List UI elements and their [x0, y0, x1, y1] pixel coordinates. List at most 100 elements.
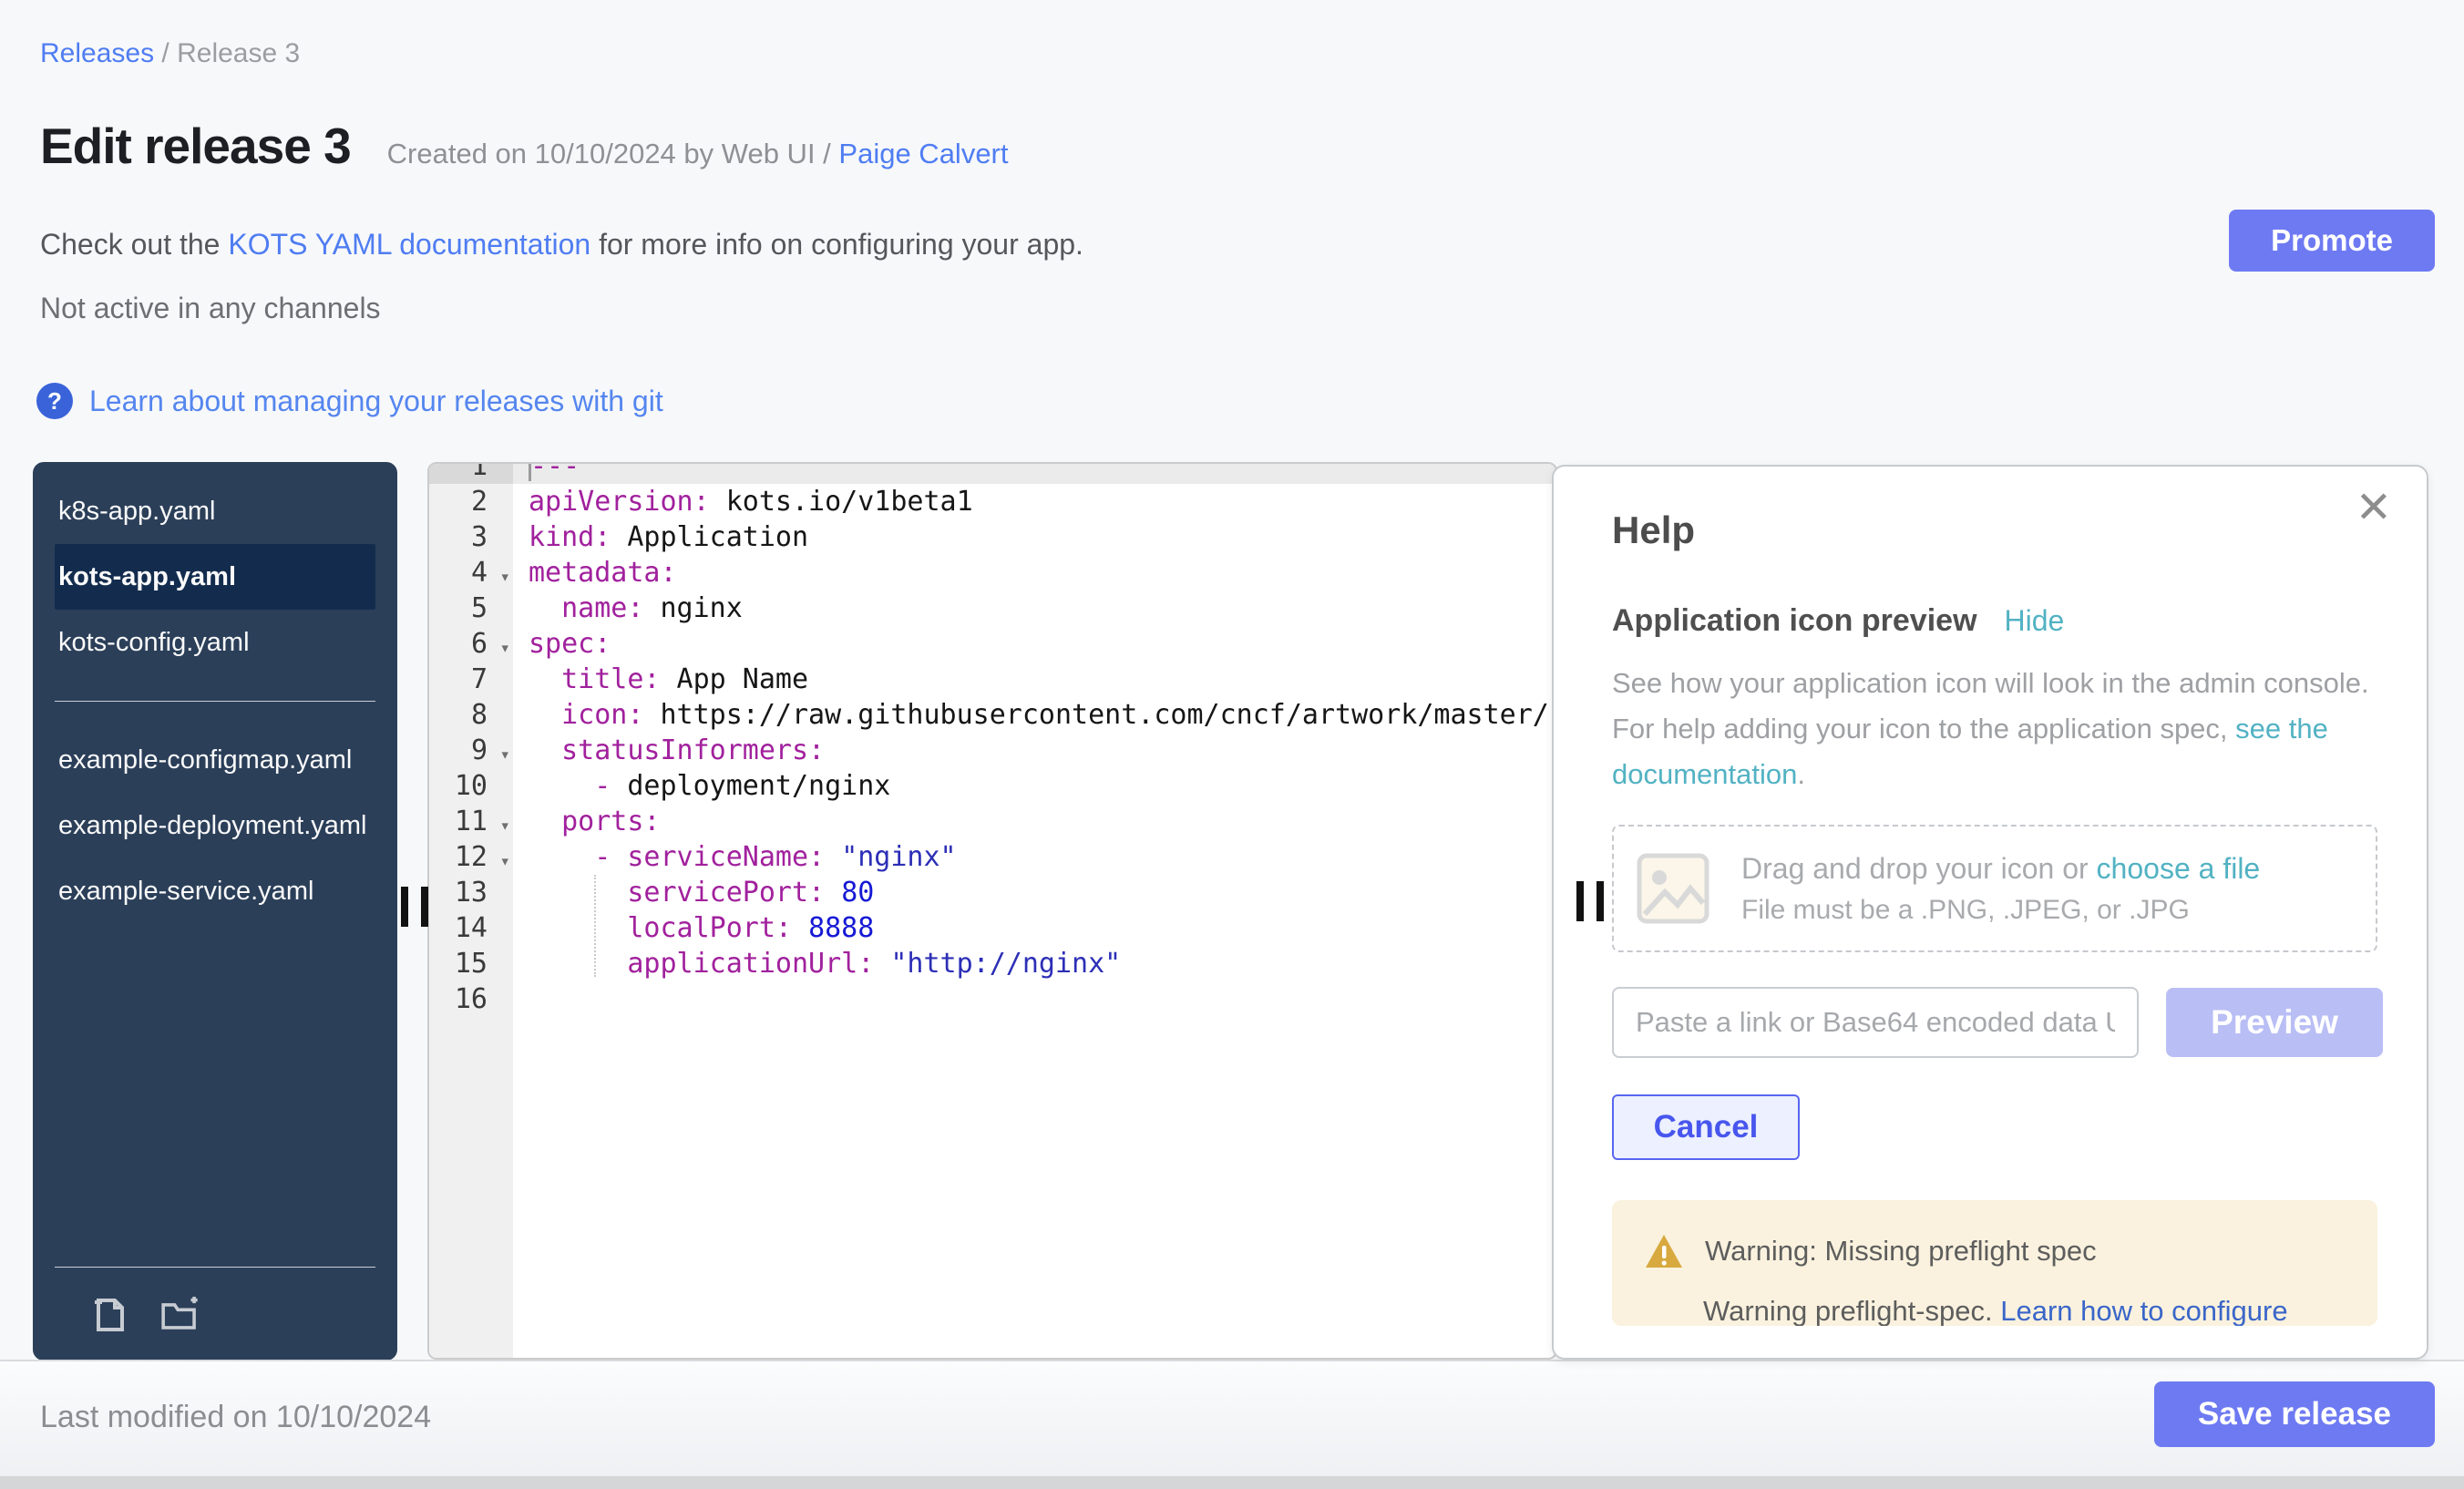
sidebar-footer	[55, 1267, 375, 1335]
sidebar-resize-handle[interactable]	[401, 887, 430, 927]
icon-url-input[interactable]	[1612, 987, 2139, 1058]
git-releases-link[interactable]: Learn about managing your releases with …	[89, 385, 663, 418]
git-help-row: ? Learn about managing your releases wit…	[36, 383, 663, 419]
breadcrumb: Releases / Release 3	[40, 38, 300, 69]
resize-bar	[421, 887, 428, 927]
code-line[interactable]: 9 ▾ statusInformers:	[429, 733, 1555, 768]
created-author-link[interactable]: Paige Calvert	[838, 138, 1008, 169]
code-text: - serviceName: "nginx"	[513, 839, 1555, 875]
breadcrumb-current: Release 3	[177, 38, 300, 68]
description-period: .	[1797, 758, 1805, 790]
code-text: ports:	[513, 804, 1555, 839]
file-name-label: kots-app.yaml	[58, 562, 236, 591]
drag-drop-text: Drag and drop your icon or	[1741, 852, 2097, 885]
code-line[interactable]: 15 ▾ applicationUrl: "http://nginx"	[429, 946, 1555, 981]
edit-release-page: Releases / Release 3 Edit release 3 Crea…	[0, 0, 2464, 1489]
file-sidebar: k8s-app.yaml kots-app.yaml kots-config.y…	[33, 462, 397, 1361]
file-list-item[interactable]: example-configmap.yaml	[55, 727, 375, 793]
file-name-label: kots-config.yaml	[58, 628, 250, 657]
code-text: localPort: 8888	[513, 910, 1555, 946]
code-text: - deployment/nginx	[513, 768, 1555, 804]
code-line[interactable]: 14 ▾ localPort: 8888	[429, 910, 1555, 946]
line-number-cell: 13 ▾	[429, 875, 513, 910]
line-number: 8	[471, 699, 488, 731]
code-line[interactable]: 4 ▾ metadata:	[429, 555, 1555, 590]
warning-detail-text: Warning preflight-spec.	[1703, 1295, 2000, 1326]
line-number: 13	[455, 877, 488, 909]
code-line[interactable]: 5 ▾ name: nginx	[429, 590, 1555, 626]
code-line[interactable]: 16 ▾	[429, 981, 1555, 1017]
warning-title: Warning: Missing preflight spec	[1705, 1235, 2097, 1268]
line-number: 10	[455, 770, 488, 802]
line-number: 7	[471, 663, 488, 695]
code-line[interactable]: 13 ▾ servicePort: 80	[429, 875, 1555, 910]
line-number-cell: 10 ▾	[429, 768, 513, 804]
help-panel: ✕ Help Application icon preview Hide See…	[1552, 465, 2428, 1360]
file-list-bottom: example-configmap.yaml example-deploymen…	[33, 727, 397, 924]
line-number: 1	[471, 462, 488, 482]
file-list-item[interactable]: k8s-app.yaml	[55, 478, 375, 544]
image-placeholder-icon	[1636, 848, 1710, 929]
file-list-item[interactable]: example-deployment.yaml	[55, 793, 375, 858]
icon-preview-title: Application icon preview	[1612, 603, 1977, 639]
promote-button[interactable]: Promote	[2229, 210, 2435, 272]
doc-line-prefix: Check out the	[40, 228, 228, 261]
line-number-cell: 8 ▾	[429, 697, 513, 733]
yaml-editor[interactable]: 1 ▾ --- 2 ▾ apiVersion: kots.io/v1beta1 …	[427, 462, 1557, 1360]
line-number: 4	[471, 557, 488, 589]
footer-bar: Last modified on 10/10/2024 Save release	[0, 1360, 2464, 1489]
file-name-label: example-deployment.yaml	[58, 811, 366, 840]
add-file-icon[interactable]	[86, 1289, 131, 1335]
code-text: name: nginx	[513, 590, 1555, 626]
sidebar-divider	[55, 701, 375, 702]
icon-preview-section-header: Application icon preview Hide	[1612, 603, 2427, 639]
kots-yaml-doc-link[interactable]: KOTS YAML documentation	[228, 228, 590, 261]
file-list-item[interactable]: kots-config.yaml	[55, 610, 375, 675]
file-list-top: k8s-app.yaml kots-app.yaml kots-config.y…	[33, 478, 397, 675]
line-number-cell: 7 ▾	[429, 662, 513, 697]
created-info: Created on 10/10/2024 by Web UI / Paige …	[387, 138, 1009, 170]
code-line[interactable]: 2 ▾ apiVersion: kots.io/v1beta1	[429, 484, 1555, 519]
line-number: 9	[471, 734, 488, 766]
line-number-cell: 4 ▾	[429, 555, 513, 590]
preflight-warning-box: Warning: Missing preflight spec Warning …	[1612, 1200, 2377, 1326]
code-line[interactable]: 10 ▾ - deployment/nginx	[429, 768, 1555, 804]
line-number: 3	[471, 521, 488, 553]
file-list-item[interactable]: example-service.yaml	[55, 858, 375, 924]
code-line[interactable]: 11 ▾ ports:	[429, 804, 1555, 839]
code-line[interactable]: 3 ▾ kind: Application	[429, 519, 1555, 555]
warning-detail: Warning preflight-spec. Learn how to con…	[1645, 1295, 2377, 1326]
code-line[interactable]: 7 ▾ title: App Name	[429, 662, 1555, 697]
created-text: Created on 10/10/2024 by Web UI /	[387, 138, 839, 169]
doc-line: Check out the KOTS YAML documentation fo…	[40, 228, 1083, 262]
help-resize-handle[interactable]	[1576, 881, 1606, 921]
code-text: metadata:	[513, 555, 1555, 590]
code-line[interactable]: 1 ▾ ---	[429, 462, 1555, 484]
code-text: apiVersion: kots.io/v1beta1	[513, 484, 1555, 519]
icon-dropzone[interactable]: Drag and drop your icon or choose a file…	[1612, 825, 2377, 952]
learn-how-to-configure-link[interactable]: Learn how to configure	[2000, 1295, 2287, 1326]
choose-file-link[interactable]: choose a file	[2097, 852, 2261, 885]
question-circle-icon: ?	[36, 383, 73, 419]
dropzone-filetype-text: File must be a .PNG, .JPEG, or .JPG	[1741, 895, 2260, 926]
code-text: icon: https://raw.githubusercontent.com/…	[513, 697, 1555, 733]
resize-bar	[401, 887, 408, 927]
bottom-edge-strip	[0, 1476, 2464, 1489]
line-number-cell: 2 ▾	[429, 484, 513, 519]
cancel-button[interactable]: Cancel	[1612, 1094, 1800, 1160]
file-list-item[interactable]: kots-app.yaml	[55, 544, 375, 610]
resize-bar	[1576, 881, 1584, 921]
warning-header: Warning: Missing preflight spec	[1645, 1233, 2377, 1269]
line-number: 14	[455, 912, 488, 944]
breadcrumb-releases-link[interactable]: Releases	[40, 38, 154, 68]
hide-link[interactable]: Hide	[2005, 604, 2065, 638]
dropzone-main-text: Drag and drop your icon or choose a file	[1741, 852, 2260, 886]
save-release-button[interactable]: Save release	[2154, 1381, 2435, 1447]
code-text: applicationUrl: "http://nginx"	[513, 946, 1555, 981]
code-line[interactable]: 8 ▾ icon: https://raw.githubusercontent.…	[429, 697, 1555, 733]
code-line[interactable]: 12 ▾ - serviceName: "nginx"	[429, 839, 1555, 875]
add-folder-icon[interactable]	[157, 1289, 202, 1335]
close-icon[interactable]: ✕	[2356, 487, 2392, 530]
preview-button[interactable]: Preview	[2166, 988, 2383, 1057]
code-line[interactable]: 6 ▾ spec:	[429, 626, 1555, 662]
